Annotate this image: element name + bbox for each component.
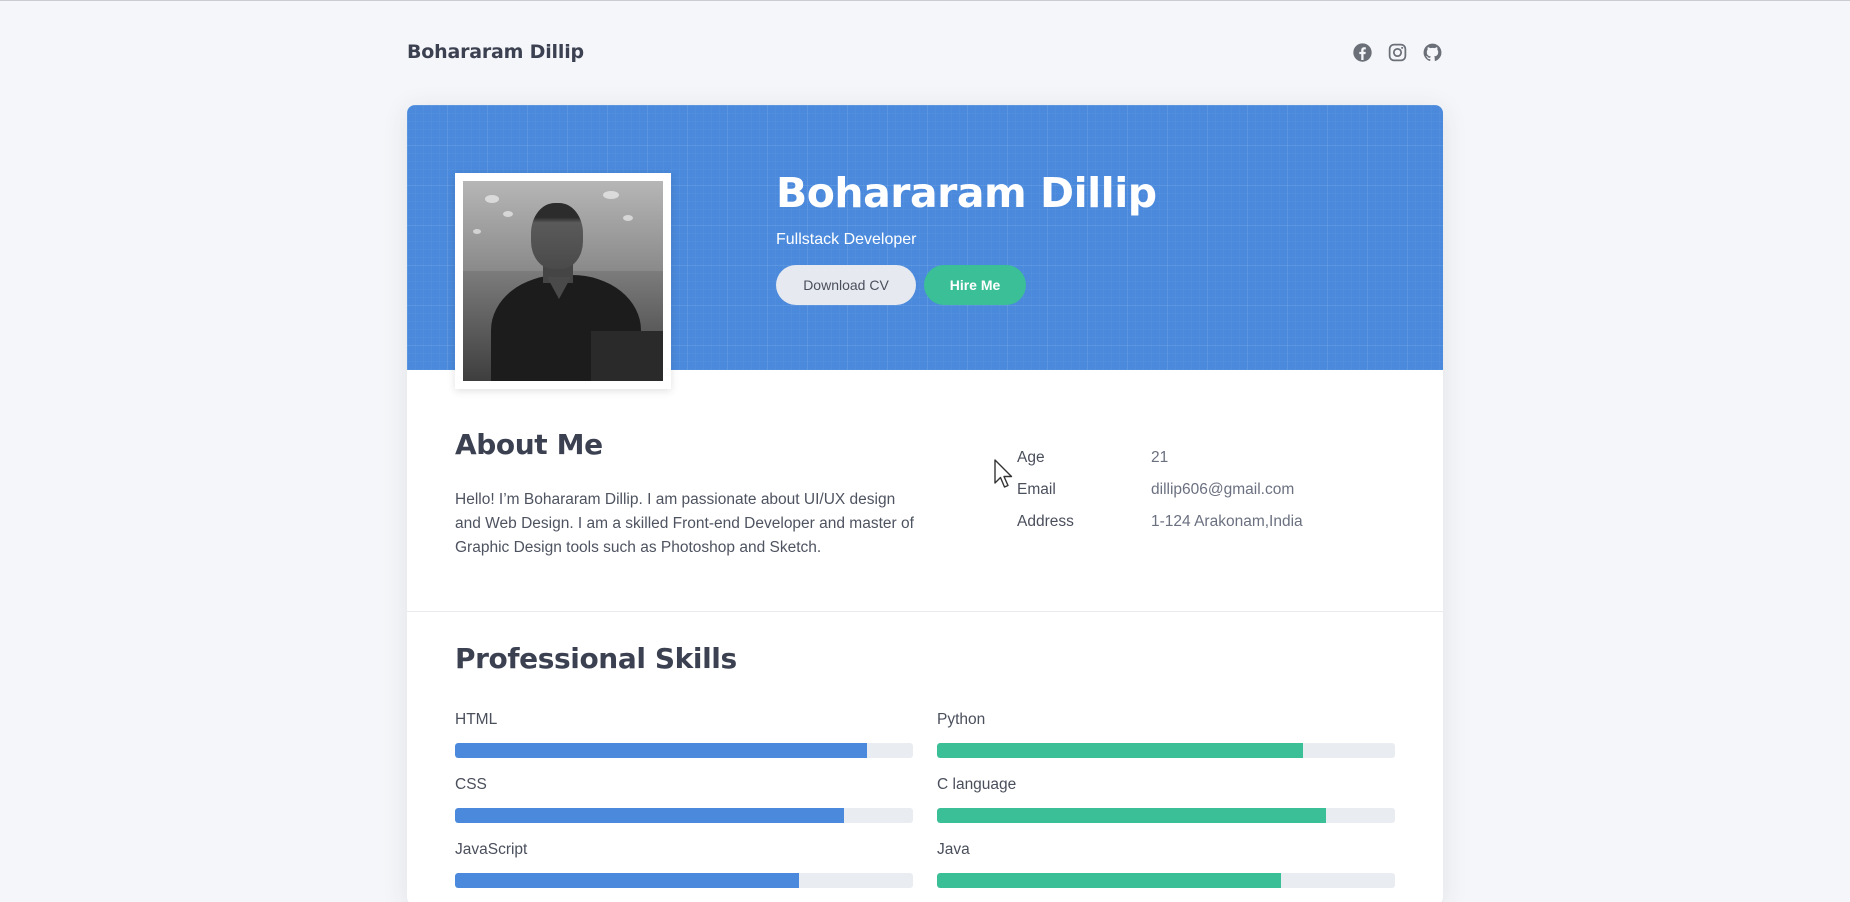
skill-label: Python <box>937 711 986 728</box>
skill-bar-track <box>455 743 913 758</box>
info-label: Address <box>1017 513 1074 530</box>
download-cv-button[interactable]: Download CV <box>776 265 916 305</box>
skill-bar-fill <box>455 873 799 888</box>
info-value: 1-124 Arakonam,India <box>1151 513 1303 530</box>
section-divider <box>407 611 1443 612</box>
about-section: About Me Hello! I’m Bohararam Dillip. I … <box>455 428 915 560</box>
skill-html: HTML <box>455 711 913 758</box>
brand-name[interactable]: Bohararam Dillip <box>407 41 584 63</box>
personal-info: Age 21 Email dillip606@gmail.com Address… <box>1017 442 1303 538</box>
skill-bar-track <box>455 808 913 823</box>
github-icon[interactable] <box>1421 41 1443 63</box>
skill-label: Java <box>937 841 970 858</box>
hero-actions: Download CV Hire Me <box>776 265 1157 305</box>
skill-bar-track <box>937 743 1395 758</box>
info-row-address: Address 1-124 Arakonam,India <box>1017 506 1303 538</box>
skill-bar-fill <box>937 873 1281 888</box>
profile-photo <box>463 181 663 381</box>
profile-photo-frame <box>455 173 671 389</box>
skill-label: JavaScript <box>455 841 528 858</box>
skill-javascript: JavaScript <box>455 841 913 888</box>
skill-c-language: C language <box>937 776 1395 823</box>
skills-title: Professional Skills <box>455 642 737 675</box>
skill-java: Java <box>937 841 1395 888</box>
skill-bar-fill <box>455 808 845 823</box>
info-value-email[interactable]: dillip606@gmail.com <box>1151 481 1294 499</box>
info-label: Age <box>1017 449 1045 466</box>
about-title: About Me <box>455 428 603 461</box>
skill-label: CSS <box>455 776 487 793</box>
skill-python: Python <box>937 711 1395 758</box>
top-border-line <box>0 0 1850 1</box>
about-text: Hello! I’m Bohararam Dillip. I am passio… <box>455 491 914 556</box>
hire-me-button[interactable]: Hire Me <box>924 265 1026 305</box>
social-links <box>1351 41 1443 63</box>
hero-name: Bohararam Dillip <box>776 169 1157 217</box>
hero-banner: Bohararam Dillip Fullstack Developer Dow… <box>407 105 1443 389</box>
instagram-icon[interactable] <box>1386 41 1408 63</box>
profile-card: Bohararam Dillip Fullstack Developer Dow… <box>407 105 1443 902</box>
skill-bar-fill <box>937 743 1304 758</box>
hero-text: Bohararam Dillip Fullstack Developer Dow… <box>776 169 1157 305</box>
mouse-cursor-icon <box>994 459 1013 488</box>
skill-label: HTML <box>455 711 498 728</box>
top-nav: Bohararam Dillip <box>407 36 1443 70</box>
hero-job-title: Fullstack Developer <box>776 231 917 248</box>
skill-bar-track <box>937 808 1395 823</box>
info-row-age: Age 21 <box>1017 442 1303 474</box>
skill-css: CSS <box>455 776 913 823</box>
info-row-email: Email dillip606@gmail.com <box>1017 474 1303 506</box>
info-label: Email <box>1017 481 1056 498</box>
skill-label: C language <box>937 776 1017 793</box>
skill-bar-track <box>937 873 1395 888</box>
skill-bar-fill <box>937 808 1327 823</box>
skill-bar-track <box>455 873 913 888</box>
facebook-icon[interactable] <box>1351 41 1373 63</box>
skill-bar-fill <box>455 743 868 758</box>
info-value: 21 <box>1151 449 1169 466</box>
